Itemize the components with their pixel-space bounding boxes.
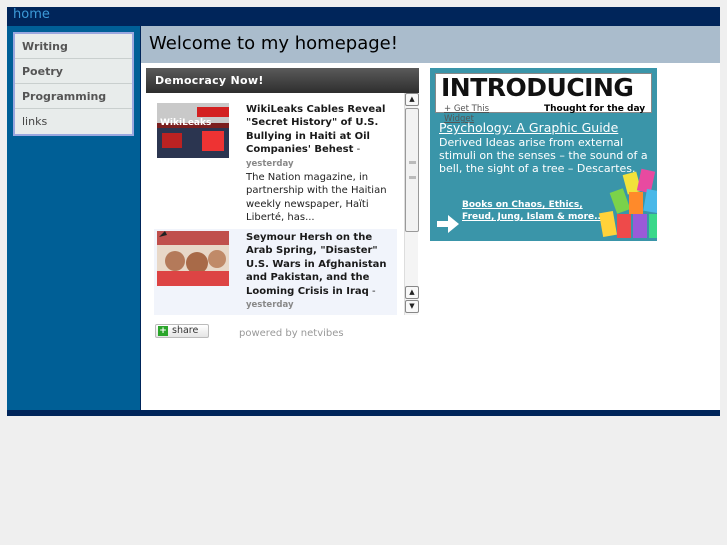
page-frame: home Writing Poetry Programming links We…	[7, 7, 720, 416]
news-item[interactable]: WikiLeaks WikiLeaks Cables Reveal "Secre…	[154, 93, 397, 223]
title-bar: Welcome to my homepage!	[141, 26, 720, 63]
widget-body: WikiLeaks WikiLeaks Cables Reveal "Secre…	[146, 93, 419, 318]
thought-label: Thought for the day	[544, 104, 646, 114]
arrow-right-icon	[437, 215, 459, 233]
sidebar-item-writing[interactable]: Writing	[15, 34, 132, 59]
sidebar-item-programming[interactable]: Programming	[15, 84, 132, 109]
banner-heading: INTRODUCING	[441, 73, 634, 102]
news-title[interactable]: WikiLeaks Cables Reveal "Secret History"…	[246, 104, 385, 155]
quote-title-link[interactable]: Psychology: A Graphic Guide	[439, 120, 618, 135]
scroll-up-button[interactable]: ▲	[405, 93, 419, 106]
page-title: Welcome to my homepage!	[149, 33, 398, 54]
widget-header: Democracy Now!	[146, 68, 419, 93]
news-summary: The Nation magazine, in partnership with…	[246, 172, 387, 224]
share-label: share	[172, 325, 199, 336]
scrollbar-thumb[interactable]	[405, 108, 419, 232]
main-content: Welcome to my homepage! Democracy Now! W…	[141, 26, 720, 410]
widget-scrollbar[interactable]: ▲ ▲ ▼	[404, 93, 419, 315]
news-title[interactable]: Seymour Hersh on the Arab Spring, "Disas…	[246, 232, 386, 297]
books-image	[599, 168, 657, 238]
sidebar-item-links[interactable]: links	[15, 109, 132, 134]
news-thumbnail[interactable]	[157, 231, 229, 286]
quote-banner: INTRODUCING + Get This Widget Thought fo…	[435, 73, 652, 124]
grip-icon	[409, 161, 415, 179]
news-thumbnail[interactable]: WikiLeaks	[157, 103, 229, 158]
plus-icon: +	[158, 326, 168, 336]
share-button[interactable]: + share	[155, 324, 209, 338]
sidebar-item-poetry[interactable]: Poetry	[15, 59, 132, 84]
news-time: yesterday	[246, 158, 294, 169]
scroll-up-button[interactable]: ▲	[405, 286, 419, 299]
top-bar: home	[7, 7, 720, 26]
sidebar-menu: Writing Poetry Programming links	[13, 32, 134, 136]
books-link[interactable]: Books on Chaos, Ethics, Freud, Jung, Isl…	[462, 199, 602, 223]
home-link[interactable]: home	[13, 7, 50, 23]
quote-widget: INTRODUCING + Get This Widget Thought fo…	[430, 68, 657, 241]
powered-by-text: powered by netvibes	[239, 328, 344, 339]
sidebar: Writing Poetry Programming links	[7, 26, 140, 410]
scroll-down-button[interactable]: ▼	[405, 300, 419, 313]
news-time: yesterday	[246, 300, 294, 311]
news-widget: Democracy Now! WikiLeaks WikiLeaks Cable…	[146, 68, 419, 339]
news-item[interactable]: Seymour Hersh on the Arab Spring, "Disas…	[154, 229, 397, 315]
thumb-text: WikiLeaks	[160, 118, 211, 128]
